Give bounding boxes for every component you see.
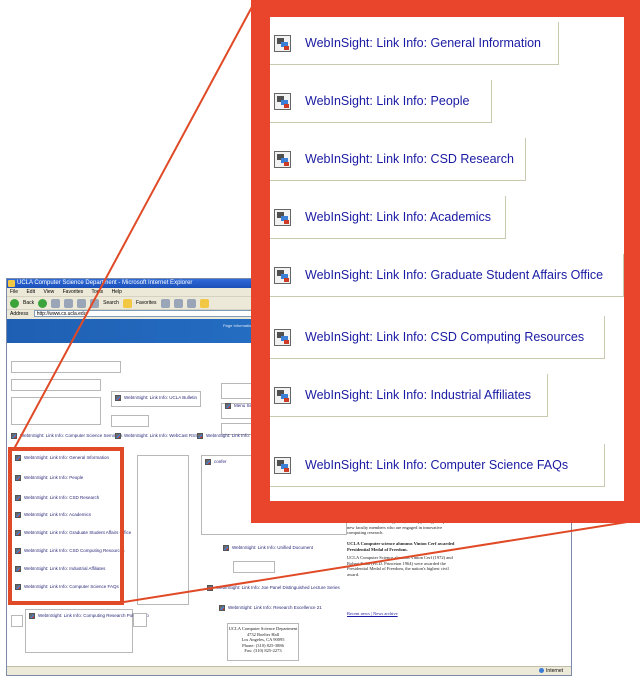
zoom-link-label[interactable]: WebInSight: Link Info: General Informati… [305,36,541,50]
center-link-excellence[interactable]: WebInSight: Link Info: Research Excellen… [219,605,322,611]
image-placeholder-icon [223,545,229,551]
placeholder-box [11,361,121,373]
image-placeholder-icon [274,456,291,474]
address-block: UCLA Computer Science Department 4732 Bo… [227,623,299,661]
zoom-link-computing[interactable]: WebInSight: Link Info: CSD Computing Res… [270,316,605,359]
image-placeholder-icon [219,605,225,611]
image-placeholder-icon [205,459,211,465]
refresh-icon[interactable] [64,298,74,308]
placeholder-box [233,561,275,573]
image-placeholder-icon [207,585,213,591]
zoom-link-faqs[interactable]: WebInSight: Link Info: Computer Science … [270,444,605,487]
zoom-link-label[interactable]: WebInSight: Link Info: Graduate Student … [305,268,603,282]
zoom-link-general[interactable]: WebInSight: Link Info: General Informati… [270,22,559,65]
menu-view[interactable]: View [43,289,54,295]
zoom-link-people[interactable]: WebInSight: Link Info: People [270,80,492,123]
globe-icon [539,668,545,674]
news-headline[interactable]: UCLA Computer science alumnus Vinton Cer… [347,541,457,552]
top-link-bulletin[interactable]: WebInSight: Link Info: UCLA Bulletin [115,395,197,401]
image-placeholder-icon [274,266,291,284]
image-placeholder-icon [274,150,291,168]
history-icon[interactable] [160,298,170,308]
status-bar: Internet [7,666,571,675]
placeholder-box [11,379,101,391]
zoom-content: WebInSight: Link Info: General Informati… [270,17,624,501]
search-icon[interactable] [90,298,100,308]
favorites-button-label[interactable]: Favorites [136,297,157,309]
news-body: UCLA Computer Science alumnus Vinton Cer… [347,555,453,577]
image-placeholder-icon [29,613,35,619]
highlight-box [8,447,124,605]
menu-tools[interactable]: Tools [91,289,103,295]
image-placeholder-icon [115,433,121,439]
menu-favorites[interactable]: Favorites [63,289,84,295]
top-link-seminars[interactable]: WebInSight: Link Info: Computer Science … [11,433,122,439]
zoom-link-label[interactable]: WebInSight: Link Info: Industrial Affili… [305,388,531,402]
news-links[interactable]: Recent news | News archive [347,611,457,617]
zoom-callout: WebInSight: Link Info: General Informati… [251,0,640,523]
zoom-link-academics[interactable]: WebInSight: Link Info: Academics [270,196,506,239]
image-placeholder-icon [274,208,291,226]
zoom-link-label[interactable]: WebInSight: Link Info: CSD Computing Res… [305,330,584,344]
zoom-link-affiliates[interactable]: WebInSight: Link Info: Industrial Affili… [270,374,548,417]
favorites-star-icon[interactable] [122,298,132,308]
top-link-webcast[interactable]: WebInSight: Link Info: WebCast RSS [115,433,198,439]
image-placeholder-icon [274,92,291,110]
back-arrow-icon[interactable] [10,298,19,308]
forward-arrow-icon[interactable] [38,298,48,308]
placeholder-box [133,613,147,627]
image-placeholder-icon [11,433,17,439]
zoom-link-gsao[interactable]: WebInSight: Link Info: Graduate Student … [270,254,624,297]
address-line: UCLA Computer Science Department [228,626,298,631]
placeholder-box [11,397,101,425]
image-placeholder-icon [225,403,231,409]
print-icon[interactable] [186,298,196,308]
center-link-unified[interactable]: WebInSight: Link Info: Unified Document [223,545,313,551]
placeholder-box [111,415,149,427]
menu-help[interactable]: Help [112,289,122,295]
center-column-box [137,455,189,605]
image-placeholder-icon [115,395,121,401]
folder-icon[interactable] [199,298,209,308]
image-placeholder-icon [274,386,291,404]
zoom-link-label[interactable]: WebInSight: Link Info: People [305,94,469,108]
placeholder-box [11,615,23,627]
confer-label: confer [205,459,227,465]
zoom-link-research[interactable]: WebInSight: Link Info: CSD Research [270,138,526,181]
search-button-label[interactable]: Search [103,297,119,309]
back-button-label[interactable]: Back [23,297,34,309]
mail-icon[interactable] [173,298,183,308]
address-label: Address [10,311,29,317]
zoom-link-label[interactable]: WebInSight: Link Info: Computer Science … [305,458,568,472]
menu-edit[interactable]: Edit [26,289,35,295]
bottom-link-policy[interactable]: WebInSight: Link Info: Computing Researc… [29,613,149,619]
center-link-lecture[interactable]: WebInSight: Link Info: Joe Panel Disting… [207,585,340,591]
image-placeholder-icon [274,34,291,52]
address-line: Fax: (310) 825-2273 [244,648,282,653]
image-placeholder-icon [274,328,291,346]
zoom-link-label[interactable]: WebInSight: Link Info: CSD Research [305,152,514,166]
zoom-link-label[interactable]: WebInSight: Link Info: Academics [305,210,491,224]
window-title: UCLA Computer Science Department - Micro… [17,280,193,286]
home-icon[interactable] [77,298,87,308]
status-zone: Internet [539,667,563,675]
menu-file[interactable]: File [10,289,18,295]
ie-icon [8,280,15,287]
image-placeholder-icon [197,433,203,439]
stop-icon[interactable] [51,298,61,308]
